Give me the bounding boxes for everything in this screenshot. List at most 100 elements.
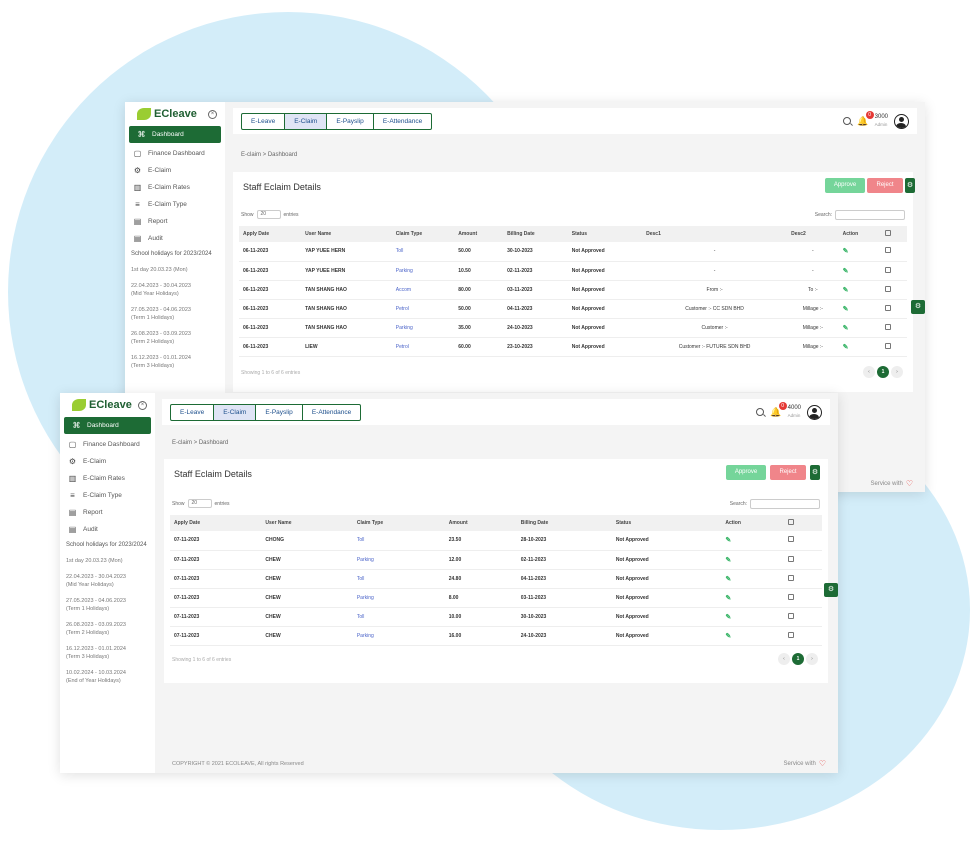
search-input[interactable] <box>750 499 820 509</box>
row-checkbox[interactable] <box>885 323 892 330</box>
approve-button[interactable]: Approve <box>825 178 865 193</box>
column-header[interactable]: Desc1 <box>642 226 788 242</box>
edit-icon[interactable]: ✎ <box>725 537 731 544</box>
tab-e-payslip[interactable]: E-Payslip <box>256 404 303 420</box>
checkbox[interactable] <box>885 230 892 236</box>
avatar[interactable] <box>894 113 909 129</box>
edit-icon[interactable]: ✎ <box>843 268 849 275</box>
search-icon[interactable] <box>843 117 852 125</box>
column-header[interactable]: Billing Date <box>516 515 612 531</box>
settings-float-icon[interactable]: ⚙ <box>824 583 838 597</box>
column-header[interactable]: Amount <box>454 226 504 242</box>
table-cell[interactable]: Parking <box>352 626 445 646</box>
column-header[interactable]: Claim Type <box>391 226 455 242</box>
nav-item-e-claim-rates[interactable]: ▥ E-Claim Rates <box>60 470 155 487</box>
reject-button[interactable]: Reject <box>867 178 903 193</box>
entries-select[interactable]: 20 <box>187 499 212 508</box>
nav-item-e-claim-type[interactable]: ≡ E-Claim Type <box>60 487 155 504</box>
tab-e-payslip[interactable]: E-Payslip <box>327 113 374 129</box>
column-header[interactable]: Status <box>611 515 722 531</box>
gear-icon[interactable]: ⚙ <box>810 465 820 480</box>
nav-item-e-claim-type[interactable]: ≡ E-Claim Type <box>125 196 225 213</box>
reject-button[interactable]: Reject <box>770 465 806 480</box>
edit-icon[interactable]: ✎ <box>725 595 731 602</box>
nav-item-e-claim[interactable]: ⚙ E-Claim <box>60 453 155 470</box>
column-header[interactable]: Action <box>721 515 785 531</box>
prev-page-button[interactable]: ‹ <box>778 653 790 665</box>
column-header[interactable]: Claim Type <box>352 515 445 531</box>
column-header[interactable]: User Name <box>301 226 392 242</box>
tab-e-leave[interactable]: E-Leave <box>242 113 286 129</box>
gear-icon[interactable]: ⚙ <box>905 178 915 193</box>
avatar[interactable] <box>807 404 822 420</box>
prev-page-button[interactable]: ‹ <box>863 366 875 378</box>
row-checkbox[interactable] <box>788 593 795 600</box>
column-header[interactable]: Action <box>838 226 882 242</box>
row-checkbox[interactable] <box>885 285 892 292</box>
nav-item-audit[interactable]: ▤ Audit <box>60 521 155 538</box>
column-header[interactable]: Apply Date <box>170 515 262 531</box>
column-header[interactable]: Desc2 <box>787 226 839 242</box>
entries-select[interactable]: 20 <box>256 210 281 219</box>
nav-item-audit[interactable]: ▤ Audit <box>125 230 225 247</box>
close-sidebar-icon[interactable]: × <box>138 400 147 410</box>
search-icon[interactable] <box>756 408 765 416</box>
row-checkbox[interactable] <box>885 247 892 254</box>
next-page-button[interactable]: › <box>806 653 818 665</box>
table-cell[interactable]: Parking <box>352 550 445 570</box>
edit-icon[interactable]: ✎ <box>843 325 849 332</box>
nav-item-finance-dashboard[interactable]: ▢ Finance Dashboard <box>60 436 155 453</box>
nav-item-dashboard[interactable]: ⌘ Dashboard <box>129 126 221 143</box>
table-cell[interactable]: Petrol <box>391 337 455 357</box>
settings-float-icon[interactable]: ⚙ <box>911 300 925 314</box>
edit-icon[interactable]: ✎ <box>843 344 849 351</box>
page-button[interactable]: 1 <box>792 653 804 665</box>
select-all-checkbox[interactable] <box>784 515 822 531</box>
table-cell[interactable]: Accom <box>391 280 455 300</box>
edit-icon[interactable]: ✎ <box>725 633 731 640</box>
table-cell[interactable]: Parking <box>391 318 455 338</box>
page-button[interactable]: 1 <box>877 366 889 378</box>
column-header[interactable]: Amount <box>444 515 517 531</box>
next-page-button[interactable]: › <box>891 366 903 378</box>
row-checkbox[interactable] <box>788 574 795 581</box>
column-header[interactable]: User Name <box>261 515 353 531</box>
tab-e-leave[interactable]: E-Leave <box>171 404 215 420</box>
checkbox[interactable] <box>788 519 795 525</box>
column-header[interactable]: Apply Date <box>239 226 302 242</box>
table-cell[interactable]: Toll <box>352 569 445 589</box>
nav-item-e-claim-rates[interactable]: ▥ E-Claim Rates <box>125 179 225 196</box>
approve-button[interactable]: Approve <box>726 465 766 480</box>
row-checkbox[interactable] <box>788 612 795 619</box>
nav-item-report[interactable]: ▤ Report <box>125 213 225 230</box>
table-cell[interactable]: Petrol <box>391 299 455 319</box>
row-checkbox[interactable] <box>885 266 892 273</box>
search-input[interactable] <box>835 210 905 220</box>
edit-icon[interactable]: ✎ <box>843 248 849 255</box>
close-sidebar-icon[interactable]: × <box>208 109 217 119</box>
nav-item-finance-dashboard[interactable]: ▢ Finance Dashboard <box>125 145 225 162</box>
bell-icon[interactable]: 🔔 0 <box>857 110 874 127</box>
edit-icon[interactable]: ✎ <box>725 614 731 621</box>
edit-icon[interactable]: ✎ <box>725 557 731 564</box>
column-header[interactable]: Status <box>567 226 643 242</box>
row-checkbox[interactable] <box>788 536 795 543</box>
table-cell[interactable]: Parking <box>391 261 455 281</box>
row-checkbox[interactable] <box>788 555 795 562</box>
column-header[interactable]: Billing Date <box>503 226 568 242</box>
tab-e-claim[interactable]: E-Claim <box>214 404 257 420</box>
row-checkbox[interactable] <box>885 304 892 311</box>
nav-item-dashboard[interactable]: ⌘ Dashboard <box>64 417 151 434</box>
nav-item-e-claim[interactable]: ⚙ E-Claim <box>125 162 225 179</box>
table-cell[interactable]: Parking <box>352 588 445 608</box>
edit-icon[interactable]: ✎ <box>843 306 849 313</box>
table-cell[interactable]: Toll <box>391 242 455 262</box>
tab-e-claim[interactable]: E-Claim <box>285 113 328 129</box>
row-checkbox[interactable] <box>885 342 892 349</box>
bell-icon[interactable]: 🔔 0 <box>770 401 787 418</box>
row-checkbox[interactable] <box>788 631 795 638</box>
table-cell[interactable]: Toll <box>352 607 445 627</box>
table-cell[interactable]: Toll <box>352 531 445 551</box>
nav-item-report[interactable]: ▤ Report <box>60 504 155 521</box>
edit-icon[interactable]: ✎ <box>725 576 731 583</box>
